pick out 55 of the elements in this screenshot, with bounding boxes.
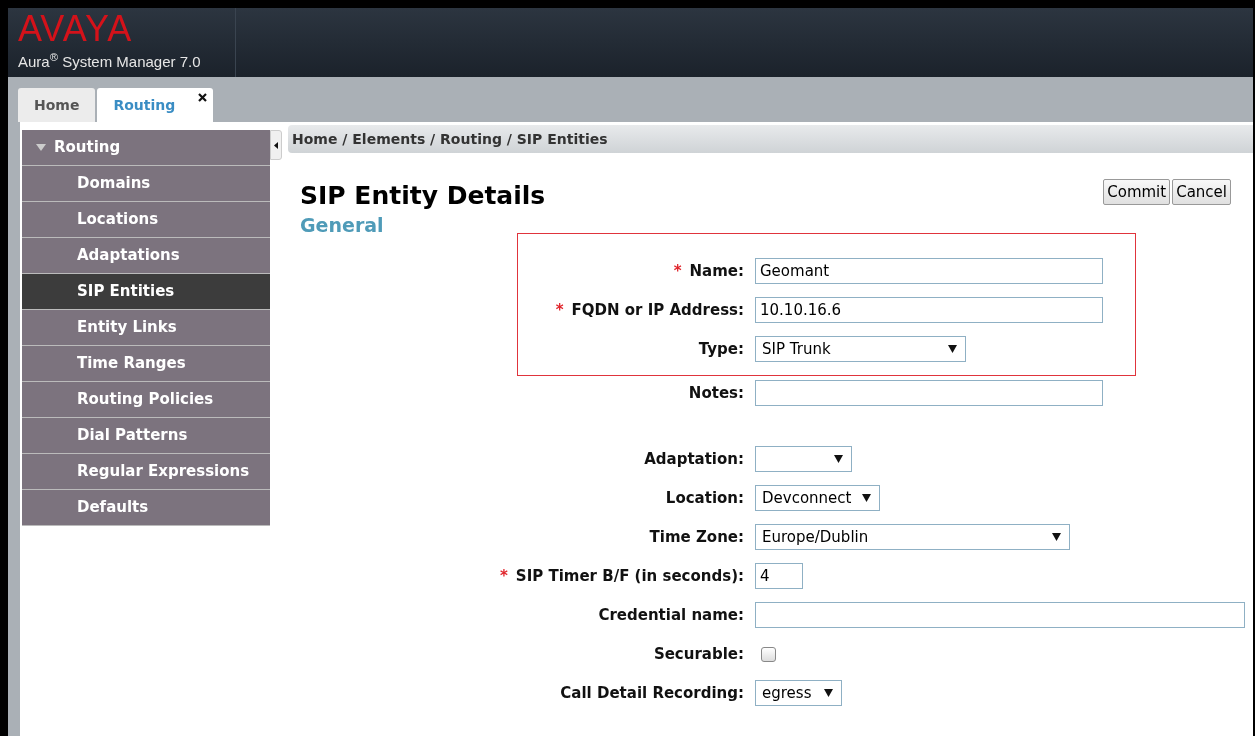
sidebar-item[interactable]: Time Ranges xyxy=(22,346,270,382)
sidebar-item[interactable]: Locations xyxy=(22,202,270,238)
breadcrumb: Home / Elements / Routing / SIP Entities xyxy=(288,125,1253,153)
sidebar-item[interactable]: Defaults xyxy=(22,490,270,526)
field-label: Location: xyxy=(665,487,744,509)
action-button[interactable]: Commit xyxy=(1103,179,1171,205)
required-asterisk: * xyxy=(499,565,508,587)
field-label: SIP Timer B/F (in seconds): xyxy=(515,565,744,587)
field-label: Call Detail Recording: xyxy=(560,682,744,704)
sidebar-item[interactable]: Regular Expressions xyxy=(22,454,270,490)
text-field[interactable]: 10.10.16.6 xyxy=(755,297,1103,323)
logo: AVAYA xyxy=(18,10,134,48)
sidebar-item[interactable]: Dial Patterns xyxy=(22,418,270,454)
required-asterisk: * xyxy=(673,260,682,282)
field-label: FQDN or IP Address: xyxy=(571,299,744,321)
tab[interactable]: Routing xyxy=(97,88,214,122)
dropdown[interactable] xyxy=(755,446,852,472)
product-name: Aura$^{®}$ System Manager 7.0 xyxy=(18,51,202,72)
sidebar-title: Routing xyxy=(54,137,121,159)
field-label: Time Zone: xyxy=(649,526,744,548)
sidebar-item[interactable]: Domains xyxy=(22,166,270,202)
collapse-arrow-icon xyxy=(274,141,278,149)
field-label: Notes: xyxy=(688,382,744,404)
sidebar-item[interactable]: Routing Policies xyxy=(22,382,270,418)
field-label: Credential name: xyxy=(598,604,744,626)
dropdown[interactable]: Europe/Dublin xyxy=(755,524,1070,550)
page-title: SIP Entity Details xyxy=(300,180,546,212)
expand-triangle-icon xyxy=(36,144,46,151)
dropdown-caret-icon xyxy=(948,345,957,353)
required-asterisk: * xyxy=(555,299,564,321)
dropdown-caret-icon xyxy=(834,455,843,463)
sidebar-item[interactable]: Entity Links xyxy=(22,310,270,346)
text-field[interactable] xyxy=(755,380,1103,406)
dropdown-caret-icon xyxy=(1052,533,1061,541)
dropdown[interactable]: Devconnect xyxy=(755,485,880,511)
text-field[interactable]: Geomant xyxy=(755,258,1103,284)
action-button[interactable]: Cancel xyxy=(1172,179,1231,205)
field-label: Securable: xyxy=(653,643,744,665)
tab[interactable]: Home xyxy=(18,88,96,122)
text-field[interactable] xyxy=(755,602,1245,628)
checkbox[interactable] xyxy=(761,646,776,662)
sidebar-item[interactable]: SIP Entities xyxy=(22,274,270,310)
field-label: Adaptation: xyxy=(644,448,744,470)
close-icon[interactable] xyxy=(198,93,208,102)
dropdown[interactable]: SIP Trunk xyxy=(755,336,966,362)
text-field[interactable]: 4 xyxy=(755,563,803,589)
sidebar-header[interactable]: Routing xyxy=(22,130,270,166)
sidebar-item[interactable]: Adaptations xyxy=(22,238,270,274)
dropdown-caret-icon xyxy=(862,494,871,502)
dropdown[interactable]: egress xyxy=(755,680,842,706)
collapse-handle[interactable] xyxy=(270,130,282,160)
field-label: Type: xyxy=(698,338,744,360)
section-heading: General xyxy=(299,212,385,238)
field-label: Name: xyxy=(689,260,744,282)
dropdown-caret-icon xyxy=(824,689,833,697)
